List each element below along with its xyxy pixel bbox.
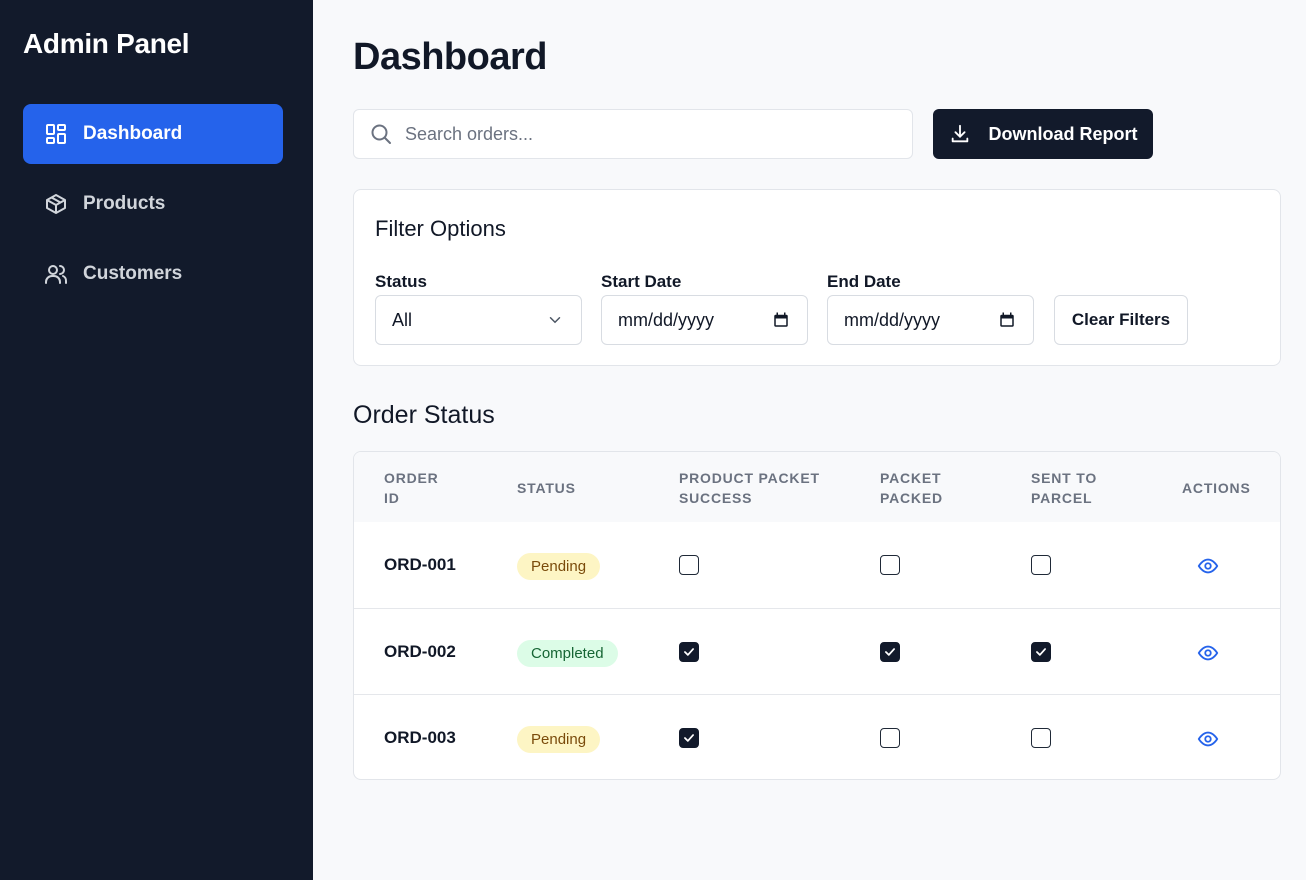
column-header-order-id: Order ID [384, 470, 439, 506]
status-select[interactable]: All [375, 295, 582, 345]
order-id: ORD-001 [384, 555, 456, 574]
product-packet-success-checkbox[interactable] [679, 555, 699, 575]
sidebar-item-dashboard[interactable]: Dashboard [23, 104, 283, 164]
sidebar-item-label: Products [83, 193, 166, 214]
order-id: ORD-003 [384, 728, 456, 747]
view-eye-icon[interactable] [1197, 728, 1219, 750]
search-icon [369, 122, 393, 146]
sidebar-item-label: Dashboard [83, 123, 183, 144]
download-report-button[interactable]: Download Report [933, 109, 1153, 159]
end-date-input[interactable]: mm/dd/yyyy [827, 295, 1034, 345]
column-header-product-packet-success: Product Packet Success [679, 470, 820, 506]
page-title: Dashboard [353, 36, 547, 78]
column-header-sent-to-parcel: Sent to Parcel [1031, 470, 1098, 506]
clear-filters-button[interactable]: Clear Filters [1054, 295, 1188, 345]
table-row: ORD-003 Pending [354, 694, 1280, 779]
status-badge: Pending [517, 726, 601, 753]
status-select-value: All [392, 309, 413, 330]
sidebar-item-label: Customers [83, 263, 183, 284]
packet-packed-checkbox[interactable] [880, 642, 900, 662]
dashboard-grid-icon [43, 121, 69, 147]
filter-title: Filter Options [375, 216, 506, 241]
calendar-icon[interactable] [997, 310, 1017, 330]
product-packet-success-checkbox[interactable] [679, 728, 699, 748]
start-date-label: Start Date [601, 272, 682, 291]
sidebar: Admin Panel Dashboard Products Customers [0, 0, 313, 880]
search-box[interactable] [353, 109, 913, 159]
download-icon [949, 123, 971, 145]
start-date-value: mm/dd/yyyy [618, 309, 715, 330]
chevron-down-icon [545, 310, 565, 330]
box-icon [43, 191, 69, 217]
orders-table: Order ID Status Product Packet Success P… [353, 451, 1281, 780]
sidebar-nav: Dashboard Products Customers [23, 104, 283, 314]
product-packet-success-checkbox[interactable] [679, 642, 699, 662]
view-eye-icon[interactable] [1197, 642, 1219, 664]
sidebar-item-customers[interactable]: Customers [23, 244, 283, 304]
app-title: Admin Panel [23, 28, 190, 59]
download-report-label: Download Report [988, 123, 1138, 144]
packet-packed-checkbox[interactable] [880, 728, 900, 748]
sent-to-parcel-checkbox[interactable] [1031, 642, 1051, 662]
status-badge: Pending [517, 553, 601, 580]
users-icon [43, 261, 69, 287]
end-date-value: mm/dd/yyyy [844, 309, 941, 330]
column-header-actions: Actions [1182, 480, 1251, 496]
order-id: ORD-002 [384, 642, 456, 661]
table-row: ORD-001 Pending [354, 522, 1280, 608]
end-date-label: End Date [827, 272, 901, 291]
calendar-icon[interactable] [771, 310, 791, 330]
table-header: Order ID Status Product Packet Success P… [354, 452, 1280, 522]
column-header-status: Status [517, 480, 576, 496]
sent-to-parcel-checkbox[interactable] [1031, 555, 1051, 575]
status-badge: Completed [517, 640, 618, 667]
view-eye-icon[interactable] [1197, 555, 1219, 577]
status-label: Status [375, 272, 427, 291]
sidebar-item-products[interactable]: Products [23, 174, 283, 234]
search-input[interactable] [405, 123, 885, 145]
start-date-input[interactable]: mm/dd/yyyy [601, 295, 808, 345]
column-header-packet-packed: Packet Packed [880, 470, 943, 506]
filter-card: Filter Options Status All Start Date mm/… [353, 189, 1281, 366]
sent-to-parcel-checkbox[interactable] [1031, 728, 1051, 748]
packet-packed-checkbox[interactable] [880, 555, 900, 575]
table-row: ORD-002 Completed [354, 608, 1280, 694]
order-status-title: Order Status [353, 401, 495, 429]
